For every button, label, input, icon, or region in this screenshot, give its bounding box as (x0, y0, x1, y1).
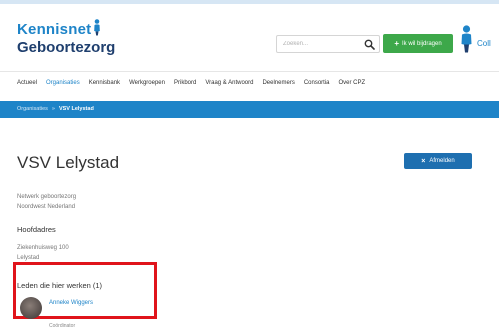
afmelden-button-label: Afmelden (429, 158, 455, 164)
network-line1: Netwerk geboortezorg (17, 194, 77, 200)
hq-heading: Hoofdadres (17, 225, 56, 234)
nav-divider (0, 71, 499, 72)
close-icon: × (421, 157, 426, 165)
nav-item-actueel[interactable]: Actueel (17, 80, 37, 86)
user-label: Coll (477, 39, 491, 48)
logo-text-line2: Geboortezorg (17, 39, 116, 56)
nav-item-werkgroepen[interactable]: Werkgroepen (129, 80, 165, 86)
member-item: Anneke Wiggers Coördinator (20, 297, 93, 329)
network-line2: Noordwest Nederland (17, 204, 76, 210)
search-input[interactable] (277, 36, 357, 52)
network-info: Netwerk geboortezorg Noordwest Nederland (17, 192, 76, 212)
contribute-button[interactable]: + Ik wil bijdragen (383, 34, 453, 53)
nav-item-deelnemers[interactable]: Deelnemers (262, 80, 294, 86)
nav-item-vraag-antwoord[interactable]: Vraag & Antwoord (205, 80, 253, 86)
user-menu[interactable]: Coll (460, 25, 491, 53)
main-nav: Actueel Organisaties Kennisbank Werkgroe… (17, 80, 365, 86)
nav-item-over-cpz[interactable]: Over CPZ (339, 80, 366, 86)
member-name-link[interactable]: Anneke Wiggers (49, 300, 93, 306)
breadcrumb-separator: » (51, 106, 55, 112)
avatar[interactable] (20, 297, 42, 319)
members-heading: Leden die hier werken (1) (17, 281, 103, 290)
page-title: VSV Lelystad (17, 153, 120, 172)
breadcrumb-parent[interactable]: Organisaties (17, 106, 48, 112)
logo-text-line1: Kennisnet (17, 21, 92, 38)
hq-address: Ziekenhuisweg 100 Lelystad (17, 243, 69, 263)
member-role: Coördinator (49, 323, 76, 329)
nav-item-kennisbank[interactable]: Kennisbank (89, 80, 120, 86)
user-figure-icon (461, 25, 472, 53)
breadcrumb-current: VSV Lelystad (58, 106, 94, 112)
breadcrumb: Organisaties » VSV Lelystad (17, 106, 94, 112)
hq-address-street: Ziekenhuisweg 100 (17, 245, 69, 251)
plus-icon: + (394, 39, 399, 48)
top-stripe (0, 0, 499, 4)
afmelden-button[interactable]: × Afmelden (404, 153, 472, 169)
search-icon[interactable] (364, 39, 375, 50)
contribute-button-label: Ik wil bijdragen (401, 40, 442, 47)
search-box (276, 35, 380, 53)
logo-figure-icon (94, 19, 101, 36)
nav-item-organisaties[interactable]: Organisaties (46, 80, 80, 86)
nav-item-prikbord[interactable]: Prikbord (174, 80, 196, 86)
site-logo[interactable]: Kennisnet Geboortezorg (17, 19, 116, 56)
nav-item-consortia[interactable]: Consortia (304, 80, 330, 86)
